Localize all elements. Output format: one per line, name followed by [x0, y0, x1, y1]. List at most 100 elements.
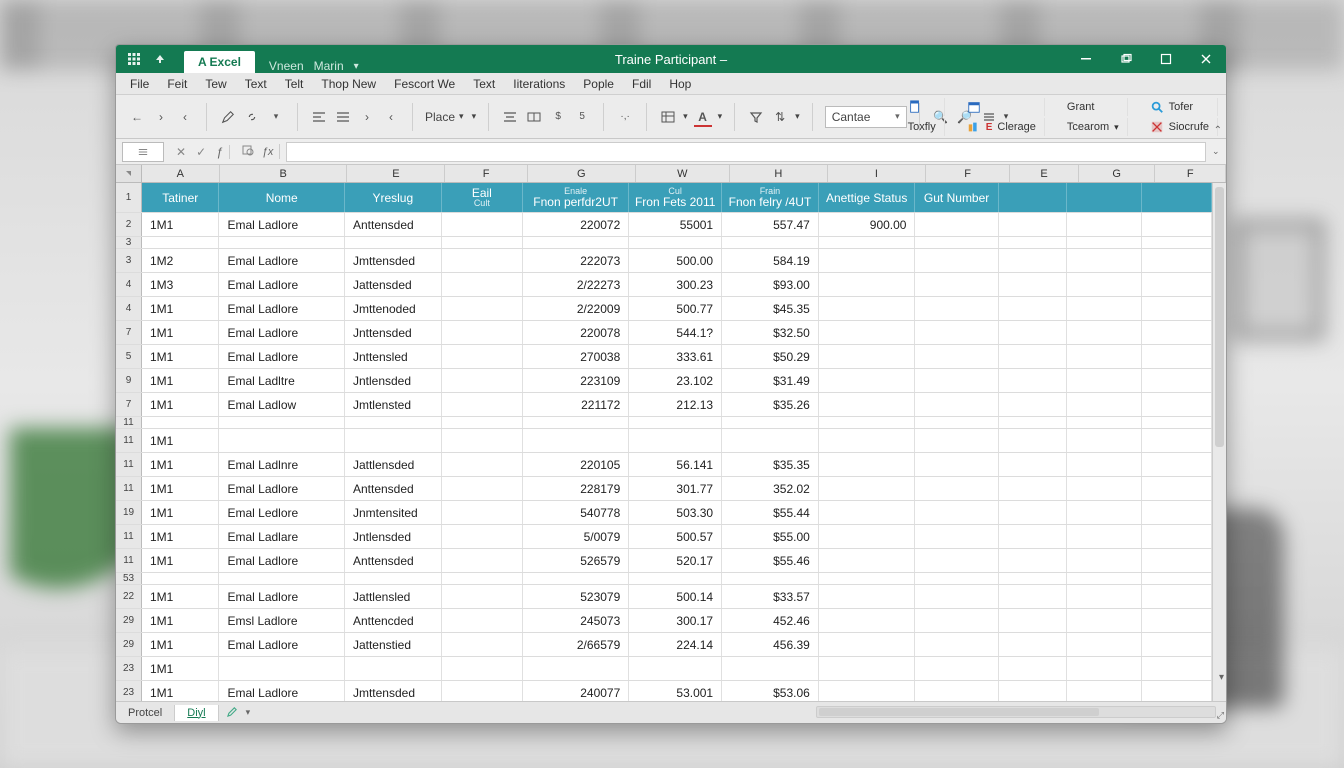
cell[interactable]	[1067, 345, 1143, 368]
cell[interactable]	[999, 525, 1067, 548]
cell[interactable]	[819, 297, 916, 320]
cell[interactable]	[722, 429, 819, 452]
table-row[interactable]: 11	[116, 417, 1212, 429]
cell[interactable]: Yreslug	[345, 183, 442, 212]
menu-tew[interactable]: Tew	[197, 75, 234, 93]
table-row[interactable]: 41M1Emal LadloreJmttenoded2/22009500.77$…	[116, 297, 1212, 321]
table-row[interactable]: 71M1Emal LadloreJnttensded220078544.1?$3…	[116, 321, 1212, 345]
cell[interactable]	[523, 429, 629, 452]
cell[interactable]	[142, 417, 219, 428]
sheet-tab-2[interactable]: Diyl	[175, 705, 218, 721]
cell[interactable]	[442, 213, 523, 236]
name-box[interactable]	[122, 142, 164, 162]
cell[interactable]: 223109	[523, 369, 629, 392]
cell[interactable]	[1067, 477, 1143, 500]
cell[interactable]	[1142, 501, 1212, 524]
row-number[interactable]: 23	[116, 681, 142, 701]
forward-icon[interactable]: ›	[152, 108, 170, 126]
menu-text1[interactable]: Text	[237, 75, 275, 93]
cell[interactable]: 520.17	[629, 549, 722, 572]
cell[interactable]: $55.00	[722, 525, 819, 548]
cell[interactable]	[819, 477, 916, 500]
cell[interactable]	[915, 429, 998, 452]
cell[interactable]: 2/22009	[523, 297, 629, 320]
table-row[interactable]: 111M1Emal LadlareJntlensded5/0079500.57$…	[116, 525, 1212, 549]
cell[interactable]	[345, 573, 442, 584]
row-number[interactable]: 11	[116, 453, 142, 476]
menu-feit[interactable]: Feit	[159, 75, 195, 93]
cell[interactable]: $45.35	[722, 297, 819, 320]
cell[interactable]: Anttensded	[345, 549, 442, 572]
cell[interactable]	[819, 369, 916, 392]
cell[interactable]	[1067, 657, 1143, 680]
cell[interactable]	[442, 429, 523, 452]
cell[interactable]	[1067, 501, 1143, 524]
cell[interactable]: 1M1	[142, 501, 219, 524]
cell[interactable]	[819, 609, 916, 632]
cell[interactable]: 544.1?	[629, 321, 722, 344]
row-number[interactable]: 4	[116, 273, 142, 296]
table-row[interactable]: 111M1Emal LadloreAnttensded228179301.773…	[116, 477, 1212, 501]
cell[interactable]	[345, 429, 442, 452]
cell[interactable]: Jattlensded	[345, 453, 442, 476]
cell[interactable]: 1M1	[142, 657, 219, 680]
cell[interactable]: Emal Ladlore	[219, 585, 344, 608]
cmd-toxfly[interactable]: Toxfly	[900, 118, 945, 136]
row-number[interactable]: 11	[116, 525, 142, 548]
menu-telt[interactable]: Telt	[277, 75, 312, 93]
row-number[interactable]: 53	[116, 573, 142, 584]
align-justify-icon[interactable]	[334, 108, 352, 126]
cell[interactable]	[1142, 321, 1212, 344]
cell[interactable]: Emal Ladlore	[219, 345, 344, 368]
cell[interactable]	[1142, 273, 1212, 296]
cell[interactable]: 1M1	[142, 609, 219, 632]
font-selector[interactable]: Cantae ▾	[825, 106, 907, 128]
cell[interactable]: Anttensded	[345, 213, 442, 236]
cell[interactable]	[915, 249, 998, 272]
cell[interactable]: Jnmtensited	[345, 501, 442, 524]
cell[interactable]	[219, 237, 344, 248]
cell[interactable]	[629, 237, 722, 248]
cell[interactable]: Jmttensded	[345, 681, 442, 701]
cell[interactable]	[442, 525, 523, 548]
sheet-tab-1[interactable]: Protcel	[116, 705, 175, 721]
cell[interactable]: 557.47	[722, 213, 819, 236]
filter-icon[interactable]	[747, 108, 765, 126]
cell[interactable]: 2/22273	[523, 273, 629, 296]
cell[interactable]: 1M3	[142, 273, 219, 296]
cell[interactable]: $32.50	[722, 321, 819, 344]
cell[interactable]	[1067, 549, 1143, 572]
cell[interactable]	[523, 573, 629, 584]
table-row[interactable]: 111M1Emal LadloreAnttensded526579520.17$…	[116, 549, 1212, 573]
cell[interactable]: 270038	[523, 345, 629, 368]
cell[interactable]	[999, 477, 1067, 500]
cell[interactable]	[442, 573, 523, 584]
cmd-siocrufe[interactable]: Siocrufe	[1142, 118, 1218, 136]
table-row[interactable]: 221M1Emal LadloreJattlensled523079500.14…	[116, 585, 1212, 609]
cell[interactable]: Emal Ladlore	[219, 633, 344, 656]
cell[interactable]	[219, 657, 344, 680]
cell[interactable]	[1142, 297, 1212, 320]
cell[interactable]	[999, 549, 1067, 572]
cell[interactable]: 53.001	[629, 681, 722, 701]
cell[interactable]: Gut Number	[915, 183, 998, 212]
cell[interactable]: $33.57	[722, 585, 819, 608]
close-button[interactable]	[1186, 45, 1226, 73]
cell[interactable]	[442, 321, 523, 344]
cell[interactable]	[999, 273, 1067, 296]
cell[interactable]	[722, 417, 819, 428]
cell[interactable]: 222073	[523, 249, 629, 272]
cell[interactable]	[1142, 429, 1212, 452]
col-W[interactable]: W	[636, 165, 730, 182]
cell[interactable]: 221172	[523, 393, 629, 416]
col-I[interactable]: I	[828, 165, 926, 182]
cell[interactable]	[1142, 183, 1212, 212]
cell[interactable]	[523, 237, 629, 248]
cell[interactable]: $35.35	[722, 453, 819, 476]
cancel-formula-icon[interactable]: ✕	[176, 145, 186, 159]
cell[interactable]: 1M1	[142, 393, 219, 416]
cell[interactable]	[915, 585, 998, 608]
cell[interactable]	[999, 183, 1067, 212]
cell[interactable]: 1M1	[142, 429, 219, 452]
menu-hop[interactable]: Hop	[661, 75, 699, 93]
